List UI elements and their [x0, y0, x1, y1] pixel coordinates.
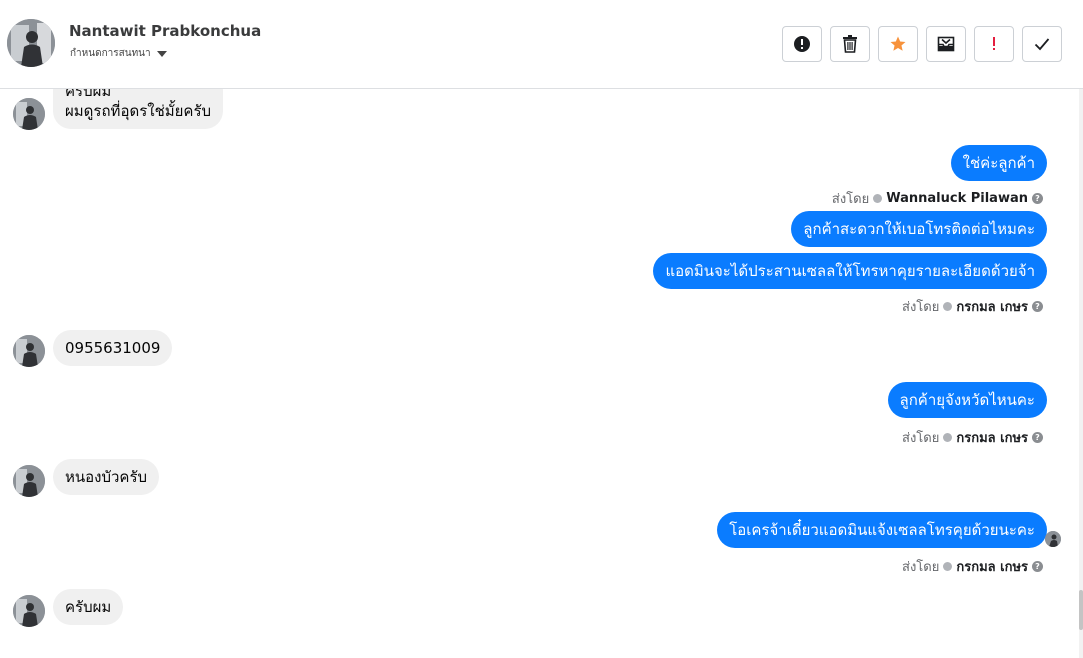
- message-text: ครับผม: [65, 89, 112, 100]
- scrollbar-thumb[interactable]: [1079, 590, 1083, 630]
- sent-by-label: ส่งโดย กรกมล เกษร ?: [902, 296, 1043, 317]
- help-icon[interactable]: ?: [1032, 561, 1043, 572]
- move-to-inbox-button[interactable]: [926, 26, 966, 62]
- outgoing-message-bubble: โอเครจ้าเดี๋ยวแอดมินแจ้งเซลลโทรคุยด้วยนะ…: [717, 512, 1047, 548]
- check-icon: [1034, 38, 1050, 51]
- message-text: โอเครจ้าเดี๋ยวแอดมินแจ้งเซลลโทรคุยด้วยนะ…: [729, 521, 1035, 539]
- help-icon[interactable]: ?: [1032, 301, 1043, 312]
- conversation-header: Nantawit Prabkonchua กำหนดการสนทนา: [0, 0, 1083, 89]
- mark-done-button[interactable]: [1022, 26, 1062, 62]
- avatar: [13, 335, 45, 367]
- avatar-image-icon: [13, 595, 45, 627]
- avatar: [13, 595, 45, 627]
- exclamation-icon: [993, 37, 995, 50]
- sent-by-label: ส่งโดย กรกมล เกษร ?: [902, 427, 1043, 448]
- sender-name: กรกมล เกษร: [956, 300, 1028, 315]
- avatar-image-icon: [13, 335, 45, 367]
- message-text: หนองบัวครับ: [65, 468, 148, 486]
- delete-button[interactable]: [830, 26, 870, 62]
- sent-check-icon: [873, 194, 883, 203]
- message-text: ผมดูรถที่อุดรใช่มั้ยครับ: [65, 102, 212, 120]
- mark-important-button[interactable]: [974, 26, 1014, 62]
- avatar: [13, 98, 45, 130]
- star-icon: [890, 36, 906, 51]
- alert-circle-icon: [794, 36, 810, 52]
- outgoing-message-bubble: ลูกค้ายุจังหวัดไหนคะ: [887, 382, 1047, 418]
- conversation-schedule-label: กำหนดการสนทนา: [70, 48, 151, 59]
- sent-by-prefix: ส่งโดย: [902, 560, 940, 575]
- message-text: ลูกค้ายุจังหวัดไหนคะ: [899, 391, 1035, 409]
- incoming-message-bubble: หนองบัวครับ: [53, 459, 160, 495]
- sent-by-prefix: ส่งโดย: [902, 300, 940, 315]
- avatar-image-icon: [7, 19, 55, 67]
- mark-spam-button[interactable]: [782, 26, 822, 62]
- incoming-message-bubble: 0955631009: [53, 330, 173, 366]
- sent-by-prefix: ส่งโดย: [902, 431, 940, 446]
- avatar-image-icon: [13, 465, 45, 497]
- sender-name: กรกมล เกษร: [956, 560, 1028, 575]
- help-icon[interactable]: ?: [1032, 432, 1043, 443]
- sent-check-icon: [943, 302, 953, 311]
- avatar-image-icon: [13, 98, 45, 130]
- sent-by-prefix: ส่งโดย: [831, 192, 870, 207]
- contact-name[interactable]: Nantawit Prabkonchua: [69, 22, 261, 40]
- action-toolbar: [782, 26, 1062, 62]
- avatar-image-icon: [1045, 531, 1061, 547]
- scrollbar-track[interactable]: [1079, 89, 1083, 658]
- sender-name: Wannaluck Pilawan: [886, 191, 1028, 206]
- outgoing-message-bubble: ลูกค้าสะดวกให้เบอโทรติดต่อไหมคะ: [791, 211, 1047, 247]
- avatar: [13, 465, 45, 497]
- message-text: ครับผม: [65, 598, 112, 616]
- sent-check-icon: [943, 433, 953, 442]
- outgoing-message-bubble: ใช่ค่ะลูกค้า: [950, 145, 1047, 181]
- avatar[interactable]: [7, 19, 55, 67]
- incoming-message-bubble: ครับผม ผมดูรถที่อุดรใช่มั้ยครับ: [53, 89, 224, 129]
- help-icon[interactable]: ?: [1032, 193, 1043, 204]
- seen-avatar: [1045, 531, 1061, 547]
- message-thread[interactable]: ครับผม ผมดูรถที่อุดรใช่มั้ยครับ ใช่ค่ะลู…: [0, 89, 1079, 658]
- sent-by-label: ส่งโดย กรกมล เกษร ?: [902, 556, 1043, 577]
- message-text: ใช่ค่ะลูกค้า: [962, 154, 1035, 172]
- sent-check-icon: [943, 562, 953, 571]
- message-text: ลูกค้าสะดวกให้เบอโทรติดต่อไหมคะ: [803, 220, 1035, 238]
- incoming-message-bubble: ครับผม: [53, 589, 124, 625]
- move-inbox-icon: [937, 36, 955, 52]
- trash-icon: [843, 35, 857, 53]
- sent-by-label: ส่งโดย Wannaluck Pilawan ?: [832, 188, 1043, 209]
- sender-name: กรกมล เกษร: [956, 431, 1028, 446]
- message-text: 0955631009: [65, 339, 161, 357]
- message-text: แอดมินจะได้ประสานเซลลให้โทรหาคุยรายละเอี…: [665, 262, 1035, 280]
- star-button[interactable]: [878, 26, 918, 62]
- conversation-schedule-dropdown[interactable]: กำหนดการสนทนา: [70, 46, 167, 61]
- caret-down-icon: [156, 51, 167, 57]
- outgoing-message-bubble: แอดมินจะได้ประสานเซลลให้โทรหาคุยรายละเอี…: [653, 253, 1047, 289]
